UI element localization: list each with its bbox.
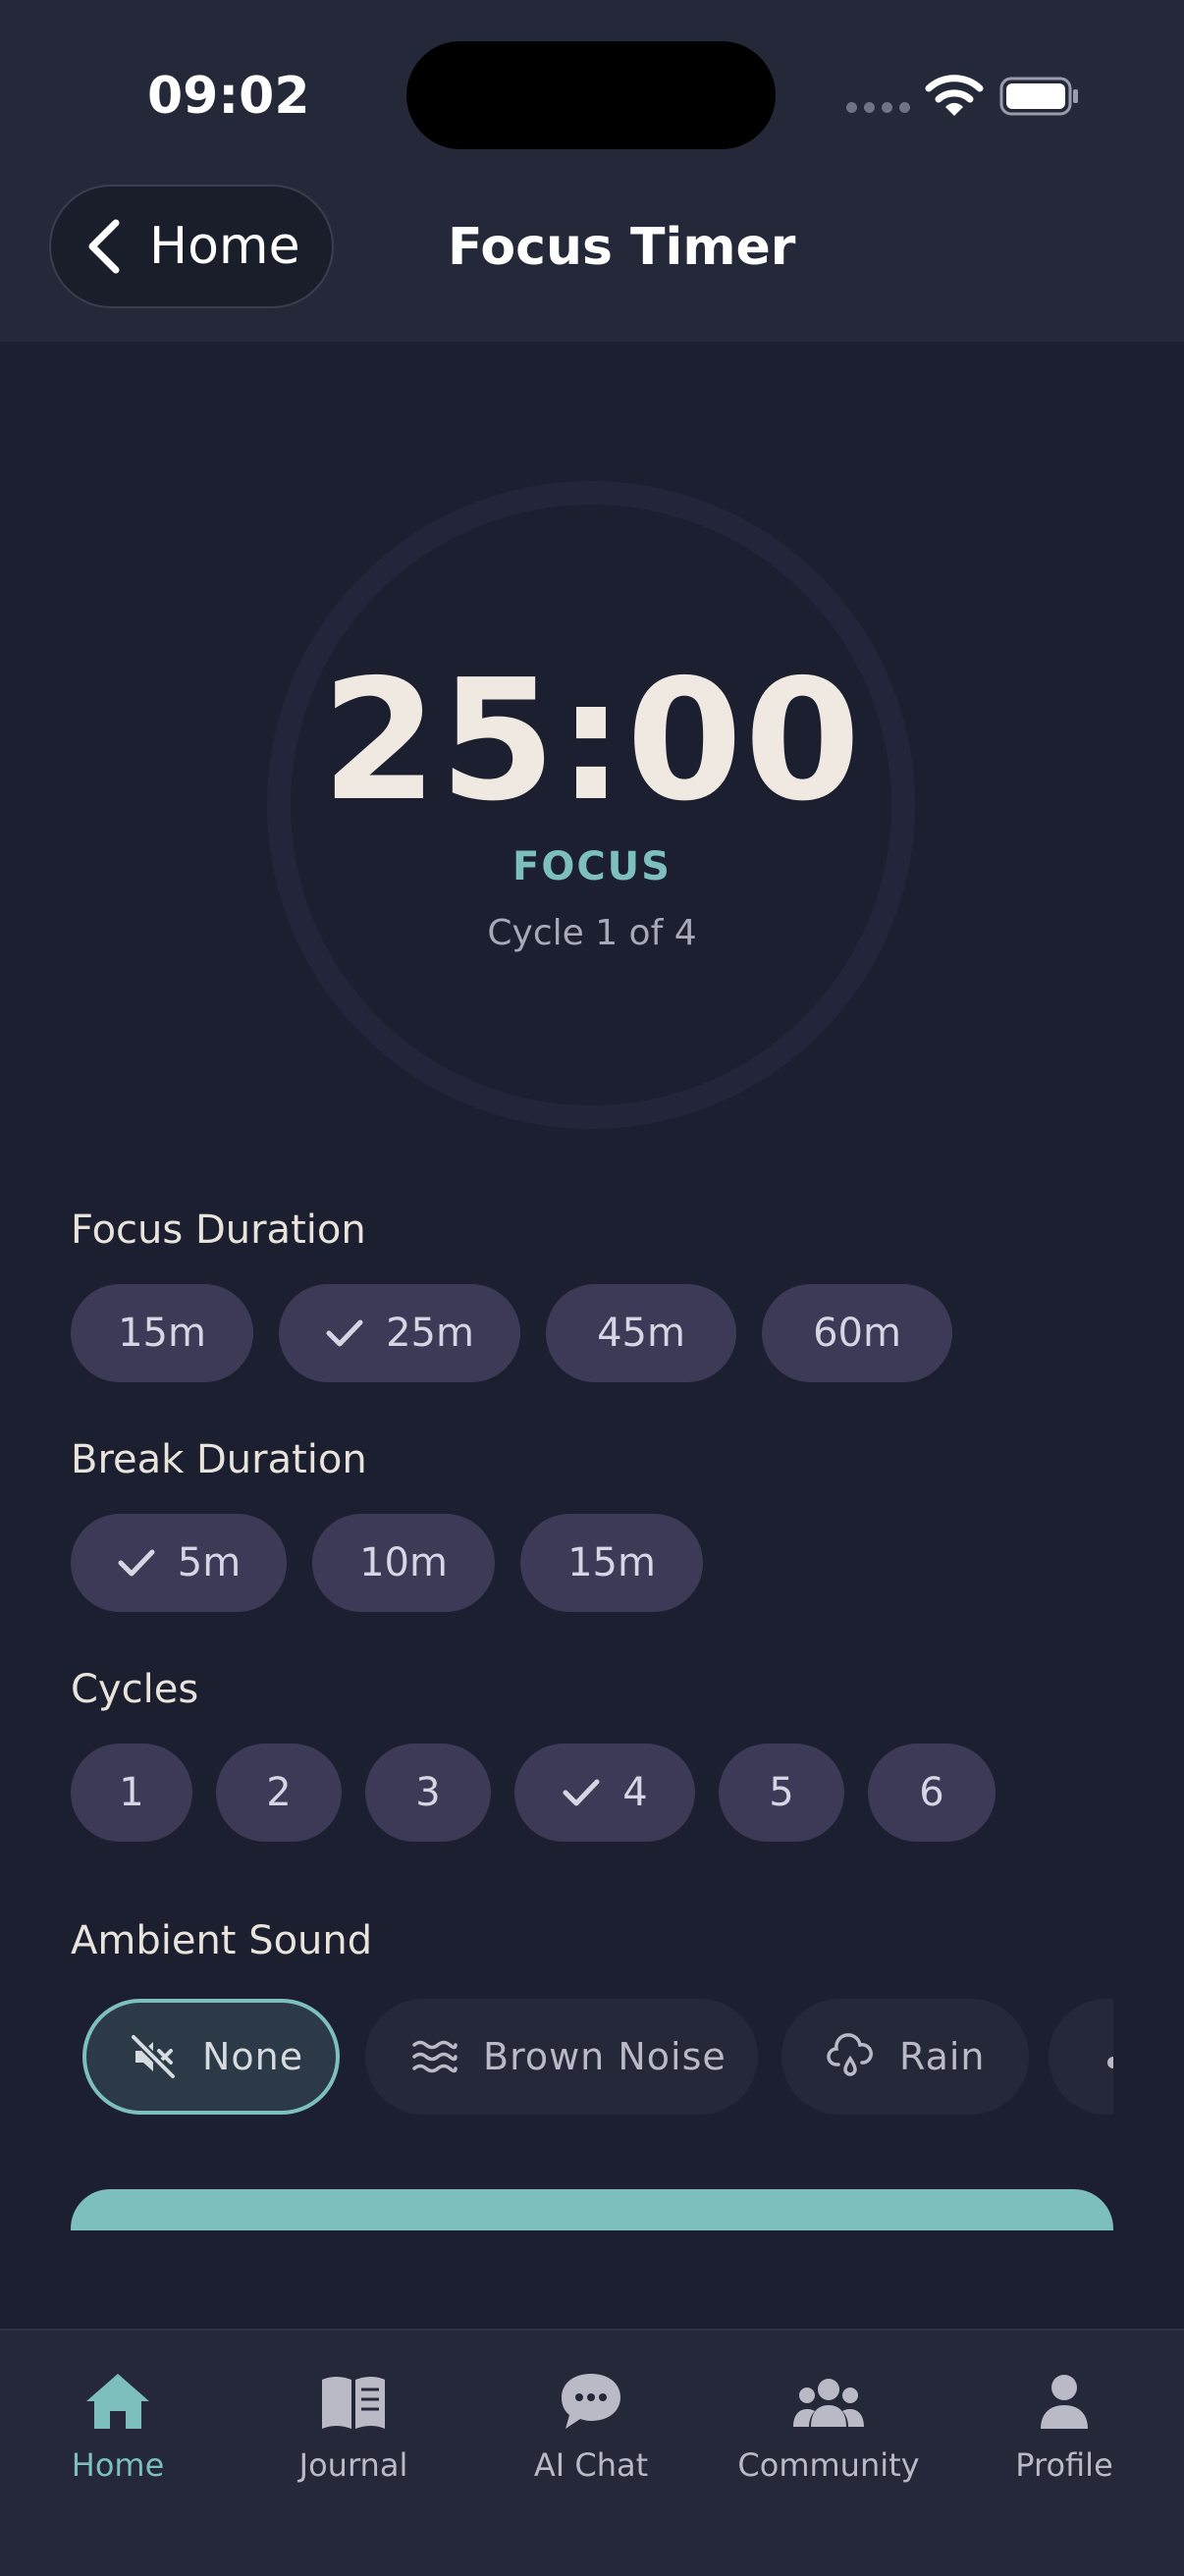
cycles-option-6[interactable]: 6	[868, 1744, 996, 1842]
tab-home[interactable]: Home	[20, 2370, 216, 2484]
tab-ai-chat[interactable]: AI Chat	[493, 2370, 689, 2484]
cycles-option-3[interactable]: 3	[365, 1744, 491, 1842]
sound-option-more[interactable]	[1049, 1999, 1113, 2115]
dynamic-island	[406, 41, 776, 149]
ambient-sound-options[interactable]: None Brown Noise Rain	[71, 1993, 1113, 2120]
break-option-15m[interactable]: 15m	[520, 1514, 703, 1612]
break-option-10m[interactable]: 10m	[312, 1514, 495, 1612]
chat-bubble-icon	[562, 2374, 620, 2429]
cycles-label: Cycles	[71, 1667, 199, 1712]
focus-option-60m[interactable]: 60m	[762, 1284, 952, 1382]
tab-profile[interactable]: Profile	[966, 2370, 1162, 2484]
timer-phase: FOCUS	[512, 844, 672, 889]
ambient-sound-label: Ambient Sound	[71, 1918, 373, 1963]
sound-option-brown-noise[interactable]: Brown Noise	[365, 1999, 758, 2115]
break-option-5m[interactable]: 5m	[71, 1514, 287, 1612]
wifi-icon	[925, 75, 984, 116]
battery-icon	[999, 77, 1078, 116]
tab-journal[interactable]: Journal	[255, 2370, 452, 2484]
rain-cloud-icon	[827, 2033, 873, 2076]
sound-option-none[interactable]: None	[82, 1999, 340, 2115]
home-icon	[86, 2374, 149, 2429]
cellular-signal-icon	[846, 102, 910, 113]
person-icon	[1041, 2375, 1088, 2429]
book-icon	[322, 2377, 385, 2429]
start-button[interactable]	[71, 2189, 1113, 2230]
people-icon	[793, 2379, 864, 2427]
back-button-label: Home	[149, 217, 300, 276]
status-time: 09:02	[147, 67, 310, 126]
cycle-progress: Cycle 1 of 4	[487, 913, 697, 953]
page-title: Focus Timer	[448, 218, 796, 277]
timer-display: 25:00	[321, 644, 863, 838]
cycles-option-4[interactable]: 4	[514, 1744, 695, 1842]
tab-community[interactable]: Community	[730, 2370, 927, 2484]
cycles-options: 1 2 3 4 5 6	[71, 1744, 996, 1842]
focus-duration-options: 15m 25m 45m 60m	[71, 1284, 952, 1382]
sound-option-rain[interactable]: Rain	[781, 1999, 1029, 2115]
cycles-option-2[interactable]: 2	[216, 1744, 342, 1842]
break-duration-label: Break Duration	[71, 1437, 367, 1482]
chevron-left-icon	[88, 219, 120, 274]
checkmark-icon	[563, 1779, 600, 1806]
back-button[interactable]: Home	[49, 185, 334, 308]
waves-icon	[412, 2040, 457, 2073]
checkmark-icon	[118, 1549, 155, 1577]
focus-option-25m[interactable]: 25m	[279, 1284, 520, 1382]
cycles-option-5[interactable]: 5	[719, 1744, 844, 1842]
checkmark-icon	[326, 1319, 363, 1347]
muted-speaker-icon	[130, 2033, 177, 2080]
tab-bar: Home Journal AI Chat Community Profile	[0, 2329, 1184, 2576]
focus-option-15m[interactable]: 15m	[71, 1284, 253, 1382]
cycles-option-1[interactable]: 1	[71, 1744, 192, 1842]
focus-duration-label: Focus Duration	[71, 1208, 366, 1253]
break-duration-options: 5m 10m 15m	[71, 1514, 703, 1612]
focus-option-45m[interactable]: 45m	[546, 1284, 736, 1382]
sound-option-icon	[1107, 2057, 1113, 2068]
